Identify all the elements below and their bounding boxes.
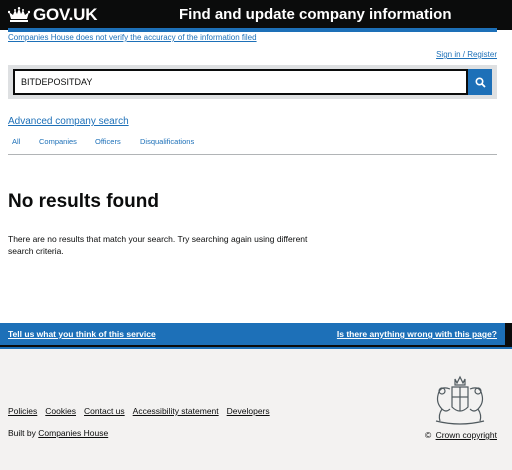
header-blue-bar [8, 28, 497, 32]
service-title[interactable]: Find and update company information [179, 6, 452, 23]
crown-copyright: © Crown copyright [425, 430, 497, 440]
royal-coat-of-arms-icon [435, 375, 485, 425]
advanced-search-link[interactable]: Advanced company search [8, 116, 129, 127]
search-button[interactable] [468, 69, 492, 95]
footer-links: Policies Cookies Contact us Accessibilit… [8, 406, 278, 416]
companies-house-link[interactable]: Companies House [38, 428, 108, 438]
site-footer: Policies Cookies Contact us Accessibilit… [0, 347, 512, 470]
footer-link-policies[interactable]: Policies [8, 406, 37, 416]
tab-officers[interactable]: Officers [95, 137, 121, 146]
tab-all[interactable]: All [12, 137, 20, 146]
search-input[interactable]: BITDEPOSITDAY [13, 69, 468, 95]
copyright-symbol: © [424, 430, 432, 440]
footer-link-cookies[interactable]: Cookies [45, 406, 76, 416]
service-feedback-link[interactable]: Tell us what you think of this service [8, 329, 156, 339]
results-tabs: All Companies Officers Disqualifications [8, 135, 497, 155]
built-by: Built by Companies House [8, 428, 108, 438]
crown-icon [8, 7, 30, 22]
page-title: No results found [8, 191, 159, 212]
govuk-logo-text: GOV.UK [33, 5, 98, 24]
footer-link-contact[interactable]: Contact us [84, 406, 125, 416]
feedback-bar-inner: Tell us what you think of this service I… [0, 323, 505, 345]
search-icon [474, 76, 486, 88]
tab-companies[interactable]: Companies [39, 137, 77, 146]
accuracy-disclaimer-link[interactable]: Companies House does not verify the accu… [8, 33, 257, 42]
search-bar: BITDEPOSITDAY [8, 65, 497, 99]
footer-link-accessibility[interactable]: Accessibility statement [133, 406, 219, 416]
govuk-logo[interactable]: GOV.UK [8, 5, 98, 25]
tab-disqualifications[interactable]: Disqualifications [140, 137, 194, 146]
no-results-message: There are no results that match your sea… [8, 234, 308, 256]
site-header: GOV.UK Find and update company informati… [0, 0, 512, 30]
footer-link-developers[interactable]: Developers [227, 406, 270, 416]
crown-copyright-link[interactable]: Crown copyright [436, 430, 497, 440]
built-by-prefix: Built by [8, 428, 36, 438]
report-problem-link[interactable]: Is there anything wrong with this page? [337, 329, 497, 339]
feedback-bar: Tell us what you think of this service I… [0, 323, 512, 347]
sign-in-register-link[interactable]: Sign in / Register [436, 50, 497, 59]
